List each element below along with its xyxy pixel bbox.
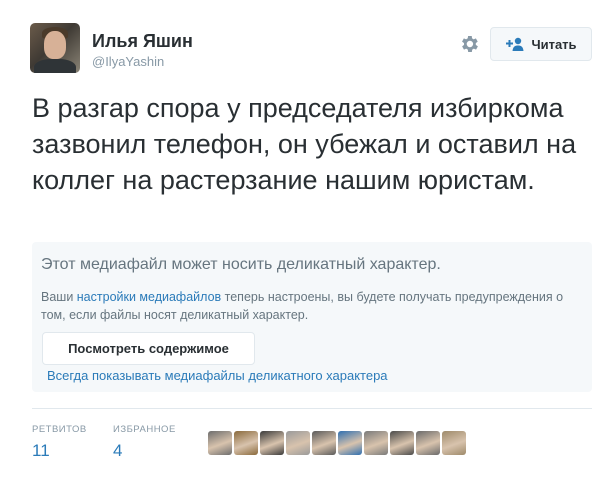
always-show-sensitive-link[interactable]: Всегда показывать медиафайлы деликатного… [47, 368, 388, 383]
favorited-by-avatar[interactable] [312, 431, 336, 455]
view-content-button[interactable]: Посмотреть содержимое [42, 332, 255, 365]
author-handle[interactable]: @IlyaYashin [92, 54, 164, 69]
favorited-by-avatar[interactable] [260, 431, 284, 455]
favorited-by-avatar[interactable] [416, 431, 440, 455]
media-settings-link[interactable]: настройки медиафайлов [77, 290, 221, 304]
favorited-by-avatar[interactable] [338, 431, 362, 455]
sensitive-media-panel: Этот медиафайл может носить деликатный х… [32, 242, 592, 392]
tweet-text: В разгар спора у председателя избиркома … [32, 93, 577, 195]
favorited-by-avatar[interactable] [208, 431, 232, 455]
author-name[interactable]: Илья Яшин [92, 31, 193, 52]
gear-icon[interactable] [458, 33, 480, 55]
favorited-by-avatar[interactable] [442, 431, 466, 455]
retweets-count[interactable]: 11 [32, 441, 87, 461]
favorited-by-avatar[interactable] [286, 431, 310, 455]
favorited-by-avatar[interactable] [364, 431, 388, 455]
sensitive-media-title: Этот медиафайл может носить деликатный х… [41, 256, 441, 273]
avatar-face [44, 31, 66, 59]
follow-button[interactable]: Читать [490, 27, 592, 61]
sensitive-media-description: Ваши настройки медиафайлов теперь настро… [41, 288, 581, 324]
avatar-shirt [34, 59, 76, 73]
author-avatar[interactable] [30, 23, 80, 73]
tweet-header: Илья Яшин @IlyaYashin Читать [30, 23, 600, 75]
stats-divider [32, 408, 592, 409]
favorited-by-avatar[interactable] [390, 431, 414, 455]
sensitive-body-prefix: Ваши [41, 290, 77, 304]
favorited-by-avatar[interactable] [234, 431, 258, 455]
favorites-count[interactable]: 4 [113, 441, 176, 461]
retweets-stat[interactable]: РЕТВИТОВ 11 [32, 424, 87, 461]
retweets-label: РЕТВИТОВ [32, 424, 87, 435]
follow-plus-person-icon [506, 37, 524, 51]
favorited-by-avatars [208, 431, 466, 455]
follow-button-label: Читать [531, 36, 577, 52]
favorites-stat[interactable]: ИЗБРАННОЕ 4 [113, 424, 176, 461]
favorites-label: ИЗБРАННОЕ [113, 424, 176, 435]
